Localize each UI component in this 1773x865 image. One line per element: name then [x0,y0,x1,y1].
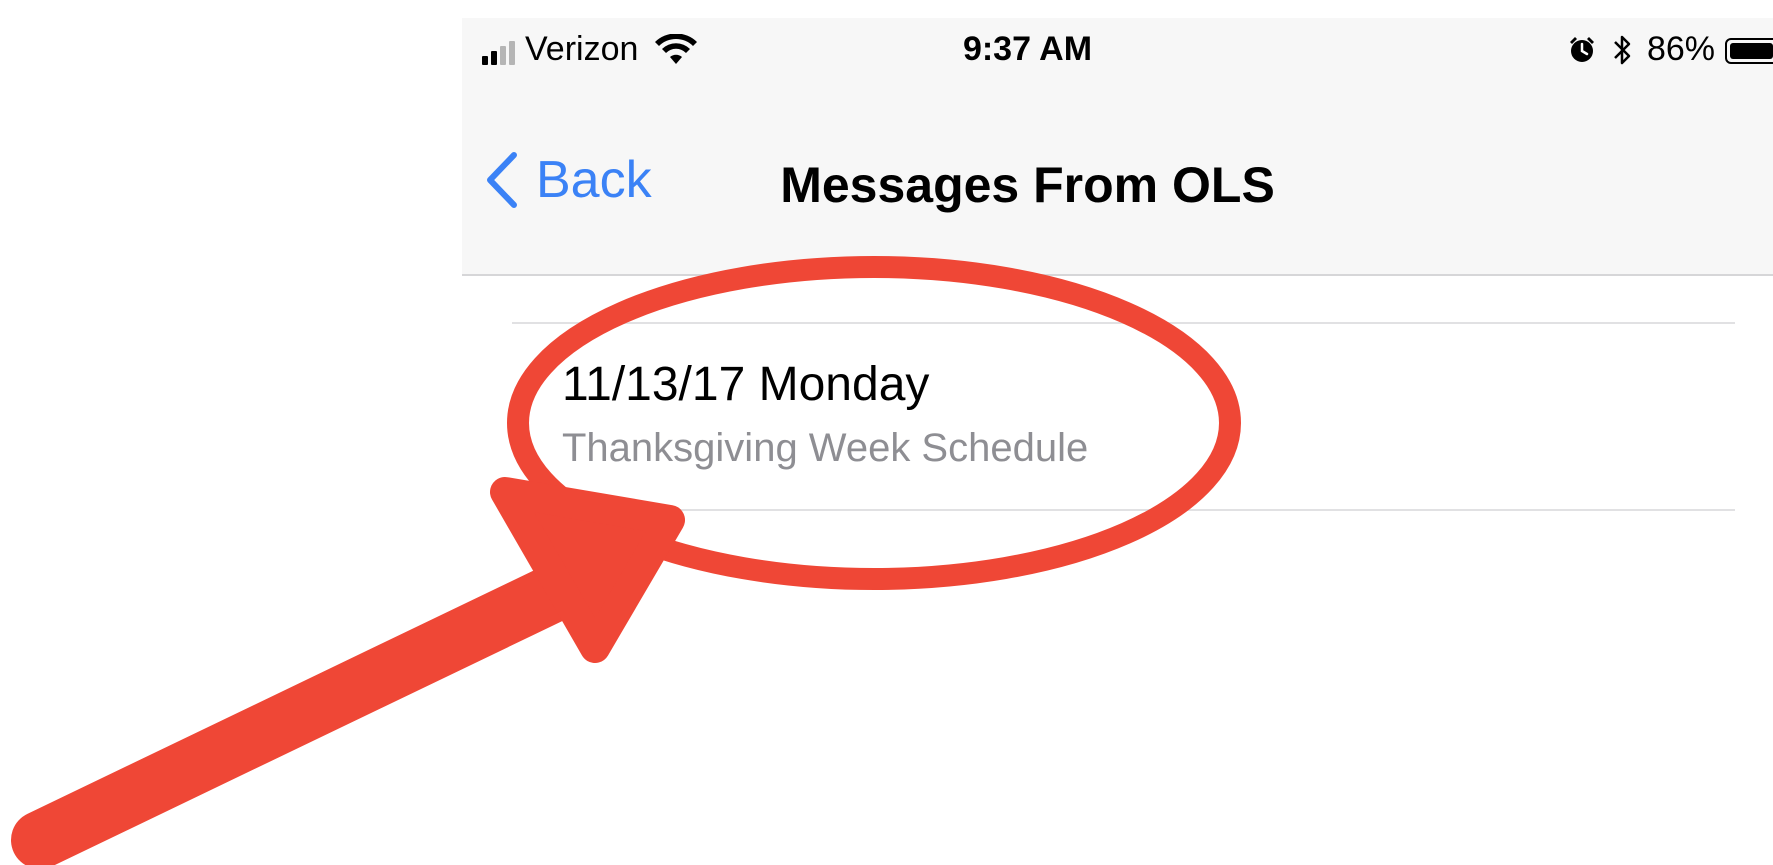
battery-icon [1725,37,1773,64]
status-right: 86% [1567,30,1773,69]
screenshot-stage: Verizon 9:37 AM 86% Back Messages From O… [0,0,1773,865]
navigation-bar: Back Messages From OLS [462,128,1773,228]
battery-percent: 86% [1646,30,1715,68]
message-subtitle: Thanksgiving Week Schedule [562,426,1089,470]
battery-fill [1730,42,1773,59]
alarm-icon [1569,36,1594,62]
top-bar: Verizon 9:37 AM 86% Back Messages From O… [462,18,1773,276]
list-divider [512,509,1735,511]
message-row[interactable]: 11/13/17 Monday Thanksgiving Week Schedu… [512,324,1735,509]
status-bar: Verizon 9:37 AM 86% [462,18,1773,84]
message-list: 11/13/17 Monday Thanksgiving Week Schedu… [512,322,1735,511]
status-time: 9:37 AM [962,30,1093,68]
page-title-wrap: Messages From OLS [462,156,1773,214]
page-title: Messages From OLS [780,157,1275,213]
phone-screen: Verizon 9:37 AM 86% Back Messages From O… [462,18,1773,865]
bluetooth-icon [1614,35,1631,64]
message-title: 11/13/17 Monday [562,358,930,411]
